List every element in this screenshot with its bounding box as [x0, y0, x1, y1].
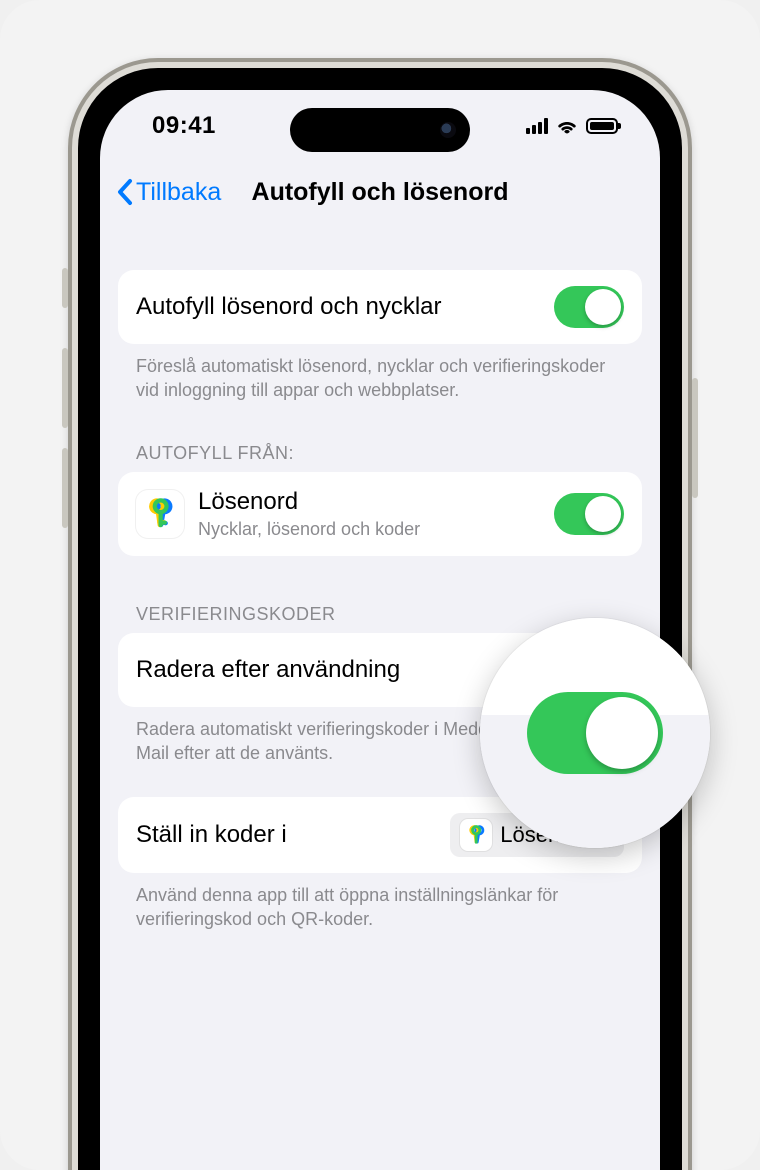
wifi-icon [556, 118, 578, 134]
toggle-autofill-passwords[interactable] [554, 286, 624, 328]
toggle-knob [585, 289, 621, 325]
dynamic-island [290, 108, 470, 152]
provider-name: Lösenord [198, 488, 540, 516]
volume-up-button [62, 348, 68, 428]
back-label: Tillbaka [136, 178, 221, 207]
side-button [692, 378, 698, 498]
phone-frame: 09:41 [68, 58, 692, 1170]
front-camera [440, 122, 456, 138]
status-time: 09:41 [152, 112, 216, 140]
toggle-knob [586, 697, 658, 769]
toggle-provider-passwords[interactable] [554, 493, 624, 535]
cell-autofill-passwords[interactable]: Autofyll lösenord och nycklar [118, 270, 642, 344]
cell-label: Ställ in koder i [136, 821, 436, 849]
mute-switch [62, 268, 68, 308]
group-header: AUTOFYLL FRÅN: [118, 425, 642, 472]
toggle-knob [585, 496, 621, 532]
provider-sub: Nycklar, lösenord och koder [198, 519, 540, 540]
cellular-signal-icon [526, 118, 548, 134]
passwords-app-icon [136, 490, 184, 538]
toggle-delete-after-use-zoom [527, 692, 663, 774]
cell-provider-passwords[interactable]: Lösenord Nycklar, lösenord och koder [118, 472, 642, 556]
navigation-bar: Tillbaka Autofyll och lösenord [100, 162, 660, 222]
magnifier-callout [480, 618, 710, 848]
chevron-left-icon [116, 178, 134, 206]
cell-label: Autofyll lösenord och nycklar [136, 293, 540, 321]
status-indicators [526, 118, 618, 134]
canvas: 09:41 [0, 0, 760, 1170]
volume-down-button [62, 448, 68, 528]
battery-icon [586, 118, 618, 134]
page-title: Autofyll och lösenord [252, 178, 509, 206]
group-footer: Föreslå automatiskt lösenord, nycklar oc… [118, 344, 642, 415]
group-autofill: Autofyll lösenord och nycklar Föreslå au… [118, 270, 642, 415]
group-autofill-from: AUTOFYLL FRÅN: [118, 425, 642, 556]
back-button[interactable]: Tillbaka [110, 178, 221, 207]
group-footer: Använd denna app till att öppna inställn… [118, 873, 642, 944]
